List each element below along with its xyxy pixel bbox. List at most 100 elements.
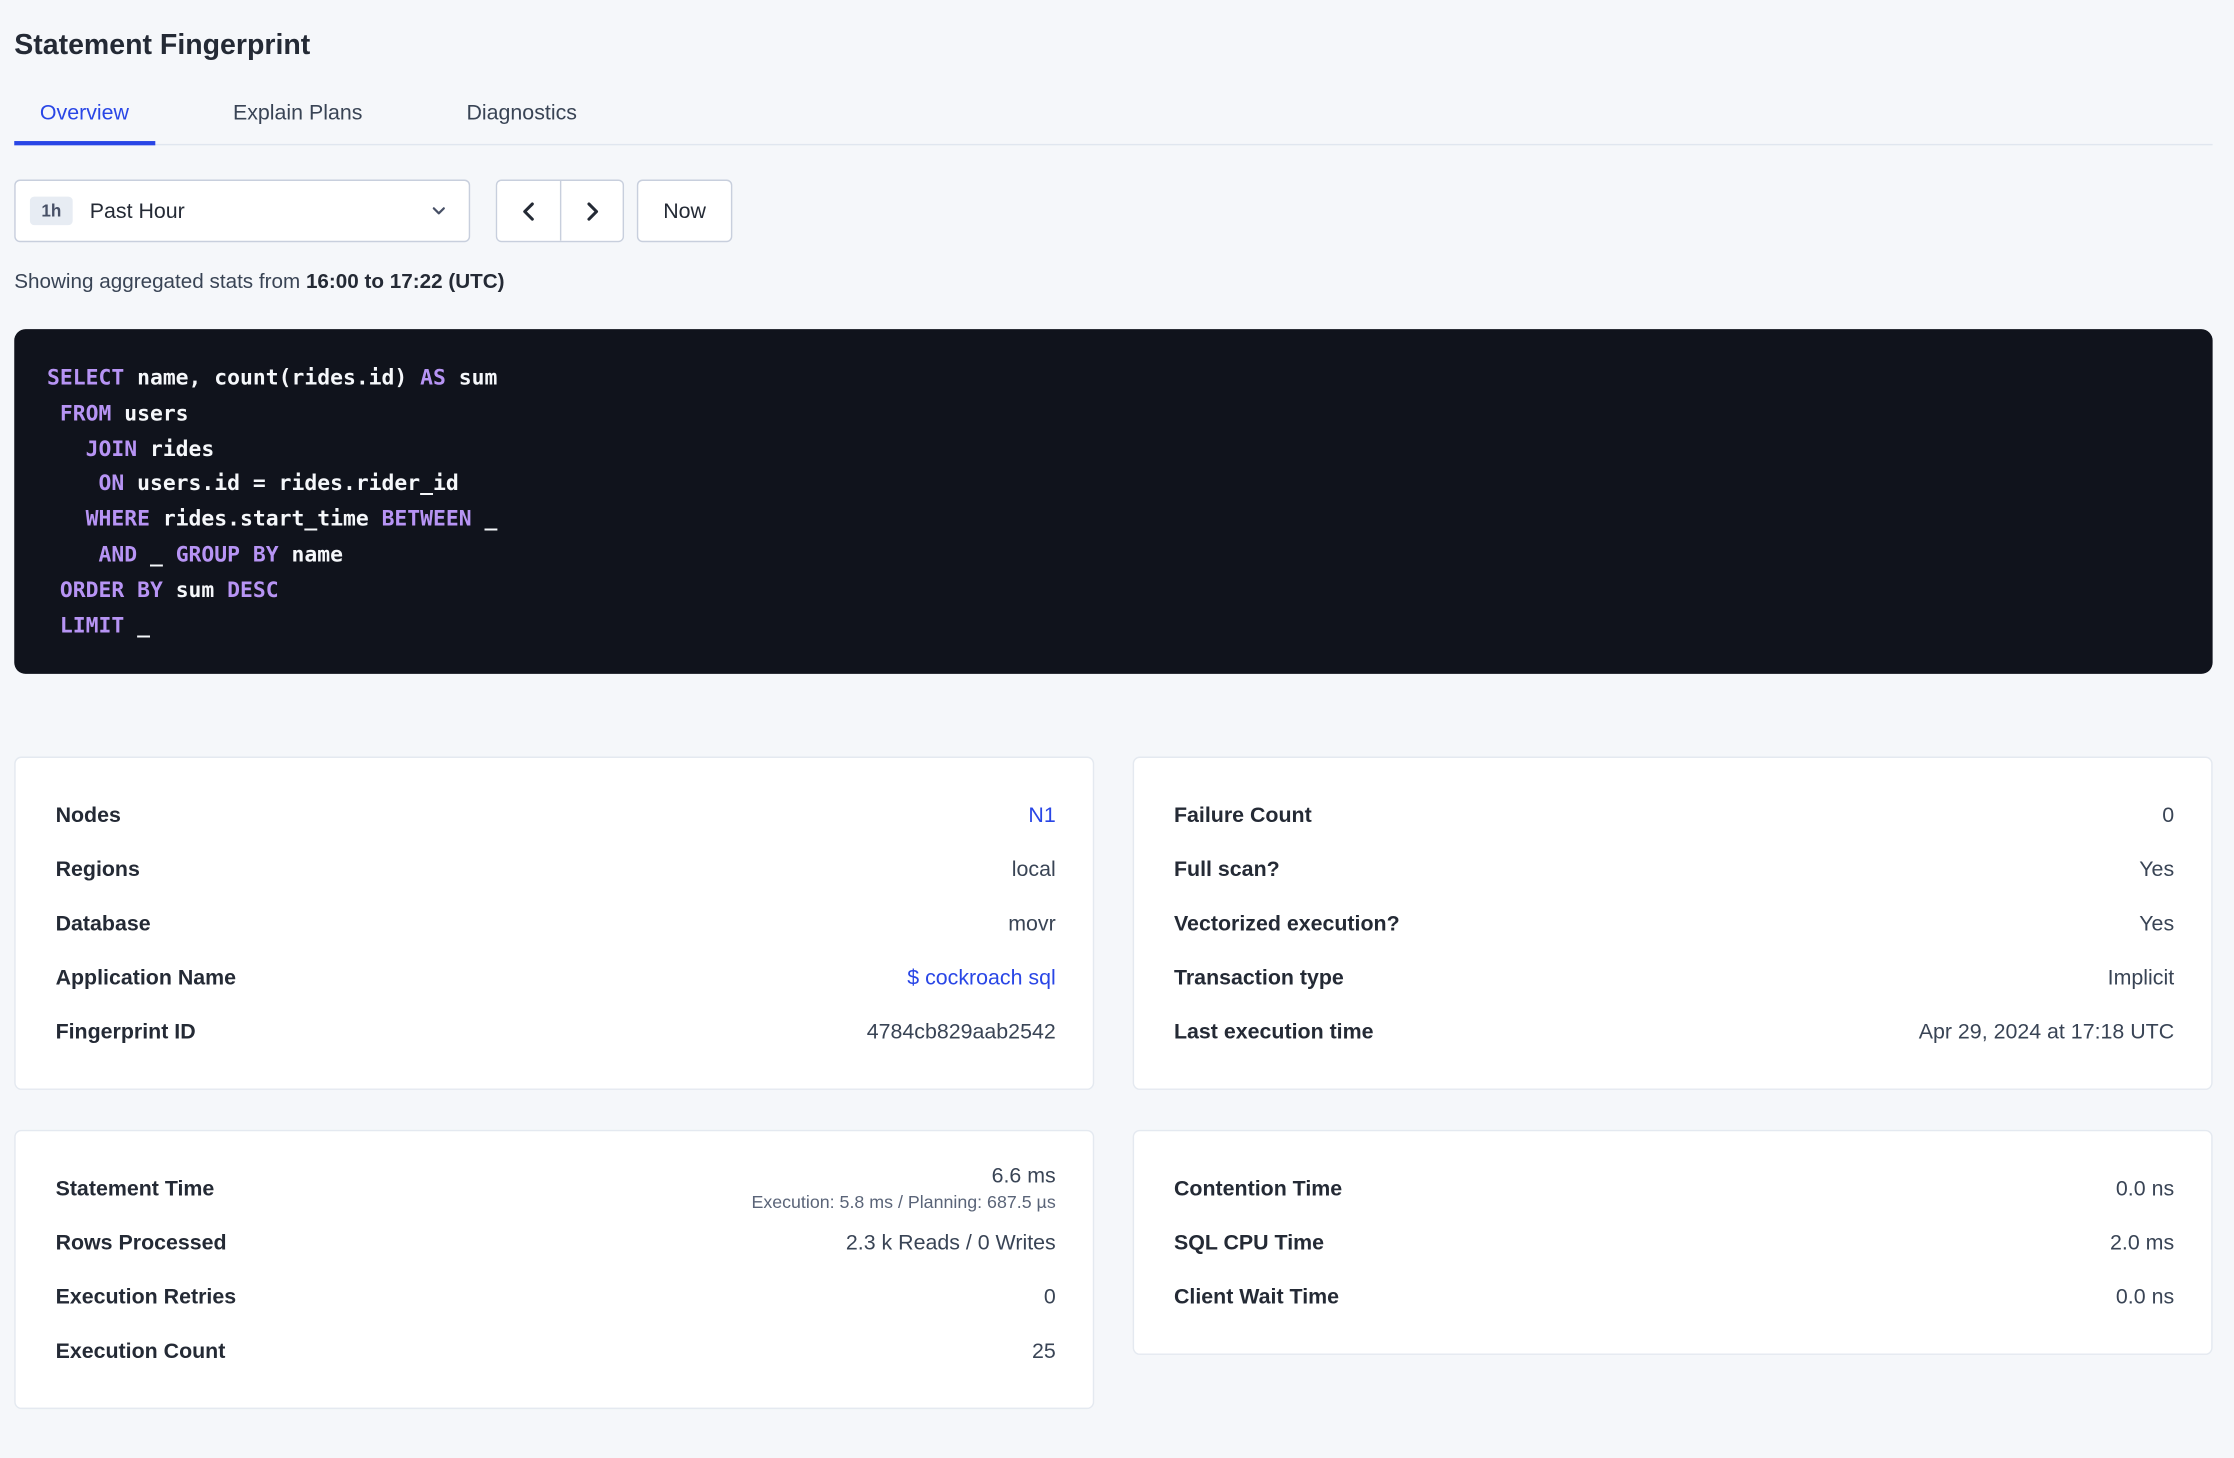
row-value: local [1011,857,1056,882]
chevron-left-icon [516,199,540,223]
sql-keyword: DESC [227,576,279,603]
sql-keyword: WHERE [85,506,150,532]
row-label: Contention Time [1173,1176,1343,1201]
row-value-wrap: local [1012,858,1056,882]
sql-line: LIMIT _ [47,608,2180,643]
time-range-select[interactable]: 1h Past Hour [14,179,471,243]
card-row: SQL CPU Time 2.0 ms [1174,1216,2174,1270]
row-value: 4784cb829aab2542 [866,1019,1056,1045]
card-row: Transaction type Implicit [1174,951,2174,1005]
sql-keyword: GROUP BY [175,541,279,568]
row-label: Nodes [55,803,121,828]
row-value: 0 [2162,803,2175,828]
card-row: Last execution time Apr 29, 2024 at 17:18… [1174,1005,2174,1059]
sql-line: ORDER BY sum DESC [47,572,2180,607]
tab-explain-plans[interactable]: Explain Plans [207,83,388,144]
sql-line: WHERE rides.start_time BETWEEN _ [47,502,2180,537]
page-content: Statement Fingerprint Overview Explain P… [0,0,2234,1410]
time-range-label: Past Hour [89,198,185,223]
chevron-down-icon [429,201,449,221]
sql-text: sum [162,576,228,603]
sql-keyword: FROM [59,400,112,426]
row-label: SQL CPU Time [1173,1230,1325,1256]
row-value-wrap: 2.3 k Reads / 0 Writes [846,1231,1056,1255]
sql-text: users [111,400,189,426]
row-value-wrap: 0.0 ns [2116,1285,2174,1309]
sql-line: AND _ GROUP BY name [47,537,2180,572]
row-value: Yes [2139,911,2175,936]
row-label: Database [55,911,151,936]
sql-keyword: AND [98,541,138,568]
sql-text: users.id = rides.rider_id [124,470,459,497]
caption-prefix: Showing aggregated stats from [14,270,306,294]
tab-overview[interactable]: Overview [14,83,154,146]
row-value: 2.3 k Reads / 0 Writes [845,1230,1056,1256]
row-value: 6.6 ms [991,1164,1056,1189]
row-value-wrap: Yes [2139,912,2174,936]
sql-keyword: SELECT [47,364,125,391]
row-value: 0.0 ns [2115,1284,2175,1310]
row-value-wrap: 0.0 ns [2116,1177,2174,1201]
card-row: Vectorized execution? Yes [1174,897,2174,951]
card-row: Statement Time 6.6 ms Execution: 5.8 ms / … [56,1162,1056,1216]
sql-line: JOIN rides [47,431,2180,466]
row-label: Client Wait Time [1173,1284,1340,1310]
row-label: Full scan? [1173,857,1280,882]
sql-keyword: ORDER BY [59,576,163,603]
time-range-badge: 1h [29,196,73,226]
row-value-wrap: 0 [1044,1285,1056,1309]
sql-text: name, count(rides.id) [124,364,421,391]
tab-bar: Overview Explain Plans Diagnostics [14,83,2213,146]
row-value: 25 [1031,1339,1056,1364]
row-value-wrap: 6.6 ms Execution: 5.8 ms / Planning: 687.… [751,1165,1055,1213]
cards-grid: Nodes N1 Regions local Database movr Applicati… [14,757,2213,1410]
sql-keyword: BETWEEN [381,506,472,532]
row-value-wrap: movr [1008,912,1056,936]
sql-text: rides.start_time [149,506,382,532]
sql-code: SELECT name, count(rides.id) AS sum FROM… [14,329,2213,675]
page-title: Statement Fingerprint [14,29,311,62]
row-value-wrap: 2.0 ms [2110,1231,2174,1255]
row-label: Vectorized execution? [1173,911,1400,936]
card-row: Contention Time 0.0 ns [1174,1162,2174,1216]
card-row: Failure Count 0 [1174,788,2174,842]
row-value-link[interactable]: N1 [1028,803,1055,827]
row-value-wrap: 4784cb829aab2542 [867,1020,1056,1044]
tab-diagnostics[interactable]: Diagnostics [441,83,603,144]
card-row: Rows Processed 2.3 k Reads / 0 Writes [56,1216,1056,1270]
row-value-wrap: 25 [1032,1339,1056,1363]
sql-keyword: AS [420,364,446,391]
card-row: Fingerprint ID 4784cb829aab2542 [56,1005,1056,1059]
row-label: Statement Time [55,1176,215,1201]
row-value-wrap: Yes [2139,858,2174,882]
row-label: Fingerprint ID [55,1019,196,1045]
next-range-button[interactable] [559,180,623,241]
sql-keyword: LIMIT [59,612,125,638]
row-value: 2.0 ms [2110,1230,2175,1256]
row-value: Yes [2139,857,2175,882]
card-row: Database movr [56,897,1056,951]
sql-text: name [278,541,343,568]
sql-line: ON users.id = rides.rider_id [47,466,2180,501]
statement-fingerprint-page: Statement Fingerprint Overview Explain P… [0,0,2234,1458]
row-label: Transaction type [1173,965,1344,991]
performance-card-left: Statement Time 6.6 ms Execution: 5.8 ms / … [14,1130,1095,1410]
row-value-wrap: N1 [1028,803,1055,827]
now-button[interactable]: Now [636,179,733,243]
prev-range-button[interactable] [497,180,560,241]
range-step-group [495,179,625,243]
row-value: Implicit [2107,965,2175,991]
details-card-left: Nodes N1 Regions local Database movr Applicati… [14,757,1095,1091]
row-label: Application Name [55,965,237,991]
card-row: Execution Count 25 [56,1324,1056,1378]
row-value-link[interactable]: $ cockroach sql [907,966,1055,990]
chevron-right-icon [580,199,604,223]
card-row: Application Name $ cockroach sql [56,951,1056,1005]
sql-line: FROM users [47,396,2180,431]
row-value: movr [1008,911,1056,936]
card-row: Nodes N1 [56,788,1056,842]
